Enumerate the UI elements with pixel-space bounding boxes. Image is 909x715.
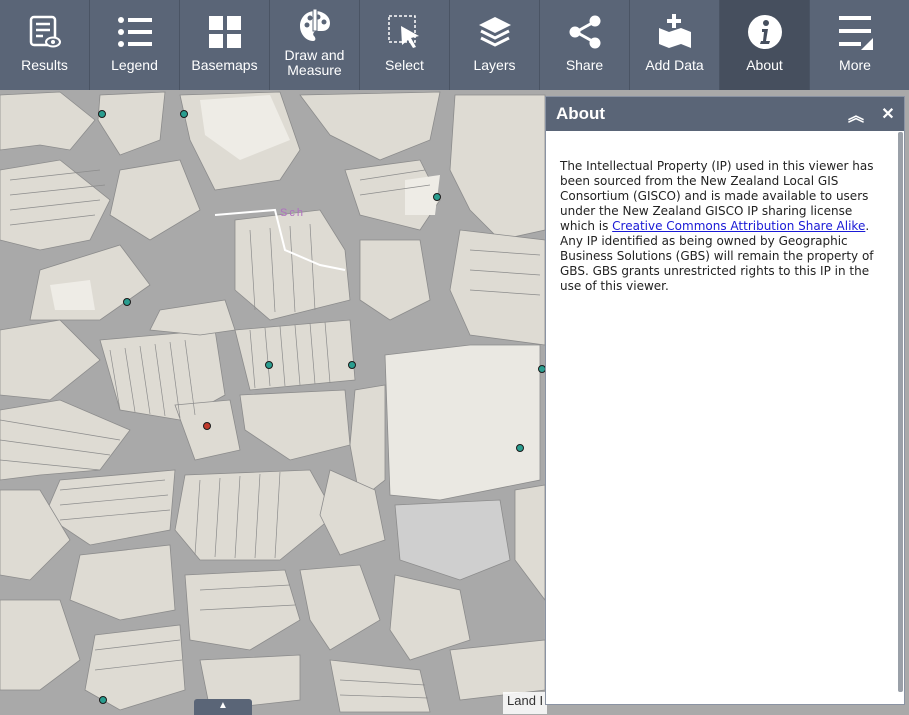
about-label: About	[746, 57, 783, 73]
select-cursor-icon	[385, 10, 425, 54]
map-school-label: Sch	[280, 207, 305, 219]
layers-label: Layers	[473, 57, 516, 73]
share-label: Share	[565, 57, 604, 73]
select-button[interactable]: Select	[360, 0, 450, 90]
about-panel-title: About	[556, 104, 606, 123]
legend-button[interactable]: Legend	[90, 0, 180, 90]
info-icon	[745, 10, 785, 54]
share-icon	[565, 10, 605, 54]
map-panel-toggle-button[interactable]: ▲	[194, 699, 252, 715]
basemaps-label: Basemaps	[191, 57, 258, 73]
legend-icon	[115, 10, 155, 54]
more-label: More	[839, 57, 871, 73]
close-icon: ✕	[881, 106, 895, 123]
add-data-button[interactable]: Add Data	[630, 0, 720, 90]
toolbar: Results Legend Basemaps Draw and Measure …	[0, 0, 909, 90]
about-panel: About ︽ ✕ The Intellectual Property (IP)…	[545, 96, 905, 705]
about-panel-header: About ︽ ✕	[546, 97, 904, 131]
basemaps-icon	[205, 10, 245, 54]
about-panel-content: The Intellectual Property (IP) used in t…	[546, 131, 904, 294]
draw-measure-label: Draw and Measure	[285, 48, 345, 78]
menu-icon	[835, 10, 875, 54]
results-label: Results	[21, 57, 68, 73]
map-attribution: Land I	[503, 692, 548, 714]
draw-measure-label-line1: Draw and	[284, 47, 345, 63]
license-link[interactable]: Creative Commons Attribution Share Alike	[612, 219, 865, 233]
basemaps-button[interactable]: Basemaps	[180, 0, 270, 90]
add-data-icon	[655, 10, 695, 54]
legend-label: Legend	[111, 57, 158, 73]
panel-scrollbar[interactable]	[898, 132, 903, 692]
add-data-label: Add Data	[645, 57, 704, 73]
layers-button[interactable]: Layers	[450, 0, 540, 90]
palette-icon	[295, 6, 335, 46]
select-label: Select	[385, 57, 424, 73]
results-icon	[25, 10, 65, 54]
about-button[interactable]: About	[720, 0, 810, 90]
more-button[interactable]: More	[810, 0, 900, 90]
layers-icon	[475, 10, 515, 54]
results-button[interactable]: Results	[0, 0, 90, 90]
share-button[interactable]: Share	[540, 0, 630, 90]
collapse-panel-button[interactable]: ︽	[840, 102, 872, 126]
draw-measure-button[interactable]: Draw and Measure	[270, 0, 360, 90]
chevron-up-icon: ▲	[218, 700, 228, 711]
double-chevron-up-icon: ︽	[847, 108, 864, 125]
close-panel-button[interactable]: ✕	[872, 104, 904, 124]
draw-measure-label-line2: Measure	[287, 62, 342, 78]
